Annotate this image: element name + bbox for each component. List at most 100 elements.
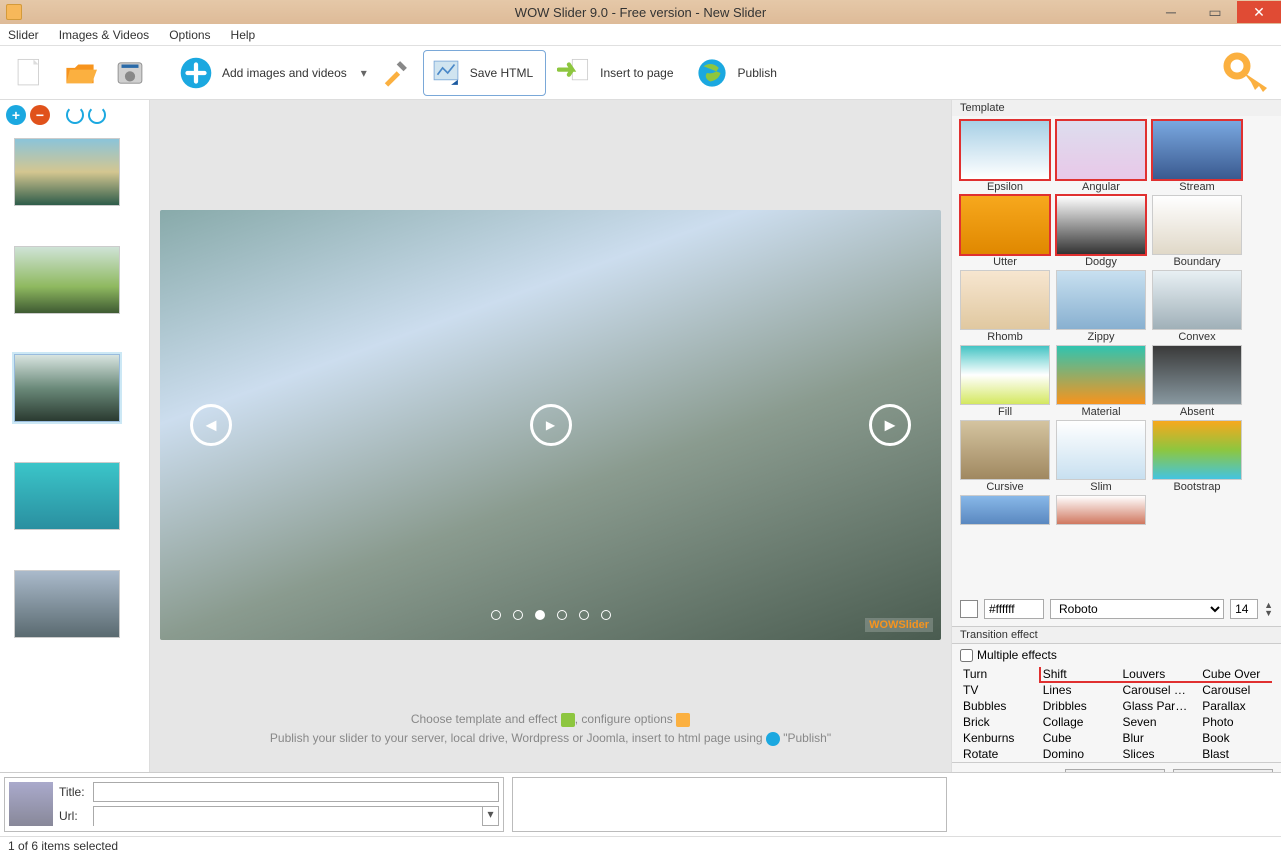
effect[interactable]: Louvers: [1121, 667, 1193, 681]
template-convex[interactable]: Convex: [1152, 270, 1242, 343]
effect[interactable]: Slices: [1121, 747, 1193, 761]
template-cursive[interactable]: Cursive: [960, 420, 1050, 493]
effect[interactable]: Photo: [1200, 715, 1272, 729]
template-dodgy[interactable]: Dodgy: [1056, 195, 1146, 268]
template-material[interactable]: Material: [1056, 345, 1146, 418]
prev-arrow[interactable]: ◄: [190, 404, 232, 446]
menu-options[interactable]: Options: [169, 28, 210, 42]
effect[interactable]: Domino: [1041, 747, 1113, 761]
next-arrow[interactable]: ►: [869, 404, 911, 446]
effect[interactable]: Bubbles: [961, 699, 1033, 713]
multiple-effects-checkbox[interactable]: Multiple effects: [960, 648, 1273, 662]
effects-section-label: Transition effect: [952, 626, 1281, 643]
color-input[interactable]: [984, 599, 1044, 619]
template-utter[interactable]: Utter: [960, 195, 1050, 268]
dot-active[interactable]: [535, 610, 545, 620]
effect[interactable]: Shift: [1041, 667, 1113, 681]
effect[interactable]: Dribbles: [1041, 699, 1113, 713]
template-boundary[interactable]: Boundary: [1152, 195, 1242, 268]
spinner-icon[interactable]: ▲▼: [1264, 601, 1273, 617]
template-item[interactable]: [1056, 495, 1146, 525]
template-epsilon[interactable]: Epsilon: [960, 120, 1050, 193]
dot[interactable]: [579, 610, 589, 620]
dot[interactable]: [557, 610, 567, 620]
template-item[interactable]: [960, 495, 1050, 525]
slider-preview: ◄ ▶ ► WOWSlider: [160, 210, 941, 640]
rotate-left-button[interactable]: [66, 106, 84, 124]
effect[interactable]: Kenburns: [961, 731, 1033, 745]
insert-button[interactable]: [552, 51, 596, 95]
effect[interactable]: Parallax: [1200, 699, 1272, 713]
preview-area: ◄ ▶ ► WOWSlider Choose template and effe…: [150, 100, 951, 772]
license-key-icon[interactable]: [1223, 52, 1271, 95]
dot[interactable]: [491, 610, 501, 620]
effect[interactable]: Seven: [1121, 715, 1193, 729]
add-slide-button[interactable]: +: [6, 105, 26, 125]
save-project-button[interactable]: [108, 51, 152, 95]
menu-images[interactable]: Images & Videos: [59, 28, 150, 42]
effect[interactable]: Brick: [961, 715, 1033, 729]
effects-list[interactable]: Turn Shift Louvers Cube Over TV Lines Ca…: [960, 666, 1273, 762]
close-button[interactable]: ✕: [1237, 1, 1281, 23]
effect[interactable]: Blur: [1121, 731, 1193, 745]
thumbnail-item[interactable]: [14, 462, 120, 530]
delete-slide-button[interactable]: −: [30, 105, 50, 125]
template-absent[interactable]: Absent: [1152, 345, 1242, 418]
thumbnails-list[interactable]: [0, 130, 149, 772]
thumbnail-item[interactable]: [14, 570, 120, 638]
minimize-button[interactable]: ─: [1149, 1, 1193, 23]
effect[interactable]: Lines: [1041, 683, 1113, 697]
open-button[interactable]: [58, 51, 102, 95]
templates-grid: Epsilon Angular Stream Utter Dodgy Bound…: [952, 116, 1281, 529]
template-rhomb[interactable]: Rhomb: [960, 270, 1050, 343]
fontsize-input[interactable]: [1230, 599, 1258, 619]
rotate-right-button[interactable]: [88, 106, 106, 124]
template-fill[interactable]: Fill: [960, 345, 1050, 418]
description-textarea[interactable]: [512, 777, 947, 832]
effect[interactable]: Book: [1200, 731, 1272, 745]
effect[interactable]: Carousel: [1200, 683, 1272, 697]
app-icon: [6, 4, 22, 20]
add-media-button[interactable]: [174, 51, 218, 95]
publish-button[interactable]: [690, 51, 734, 95]
dot[interactable]: [513, 610, 523, 620]
title-bar: WOW Slider 9.0 - Free version - New Slid…: [0, 0, 1281, 24]
thumbnail-item[interactable]: [14, 138, 120, 206]
maximize-button[interactable]: ▭: [1193, 1, 1237, 23]
template-bootstrap[interactable]: Bootstrap: [1152, 420, 1242, 493]
effect[interactable]: Rotate: [961, 747, 1033, 761]
color-swatch[interactable]: [960, 600, 978, 618]
template-zippy[interactable]: Zippy: [1056, 270, 1146, 343]
thumbnail-item[interactable]: [14, 246, 120, 314]
effect[interactable]: Glass Parall...: [1121, 699, 1193, 713]
url-combo[interactable]: ▾: [93, 806, 499, 826]
menu-help[interactable]: Help: [231, 28, 256, 42]
publish-label: Publish: [738, 66, 777, 80]
font-select[interactable]: Roboto: [1050, 599, 1224, 619]
effect[interactable]: Cube Over: [1200, 667, 1272, 681]
effect[interactable]: Blast: [1200, 747, 1272, 761]
add-media-label: Add images and videos: [222, 66, 347, 80]
play-button[interactable]: ▶: [530, 404, 572, 446]
dropdown-icon[interactable]: ▾: [361, 66, 367, 80]
title-label: Title:: [59, 785, 89, 799]
status-bar: 1 of 6 items selected: [0, 836, 1281, 856]
mini-thumbnail: [9, 782, 53, 826]
wrench-icon: [676, 713, 690, 727]
pagination-dots: [491, 610, 611, 620]
effect[interactable]: Carousel B...: [1121, 683, 1193, 697]
thumbnail-item-selected[interactable]: [14, 354, 120, 422]
effect[interactable]: Cube: [1041, 731, 1113, 745]
menu-slider[interactable]: Slider: [8, 28, 39, 42]
save-html-button[interactable]: [426, 53, 466, 93]
effect[interactable]: Turn: [961, 667, 1033, 681]
tools-button[interactable]: [373, 51, 417, 95]
dot[interactable]: [601, 610, 611, 620]
template-slim[interactable]: Slim: [1056, 420, 1146, 493]
template-angular[interactable]: Angular: [1056, 120, 1146, 193]
title-input[interactable]: [93, 782, 499, 802]
effect[interactable]: TV: [961, 683, 1033, 697]
effect[interactable]: Collage: [1041, 715, 1113, 729]
new-button[interactable]: [8, 51, 52, 95]
template-stream[interactable]: Stream: [1152, 120, 1242, 193]
